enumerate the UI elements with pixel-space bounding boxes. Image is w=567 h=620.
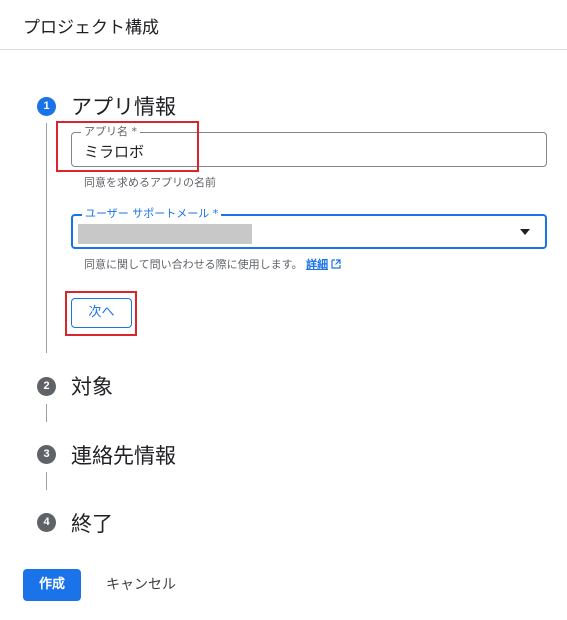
app-name-field[interactable]: アプリ名 * ミラロボ xyxy=(71,125,547,167)
step-connector xyxy=(46,404,47,422)
step-2-number: 2 xyxy=(37,377,56,396)
support-email-hint-text: 同意に関して問い合わせる際に使用します。 xyxy=(84,258,303,271)
support-email-label: ユーザー サポートメール * xyxy=(82,207,222,221)
next-button[interactable]: 次へ xyxy=(71,298,132,328)
page-title: プロジェクト構成 xyxy=(23,18,159,38)
step-3-number: 3 xyxy=(37,445,56,464)
step-3-title[interactable]: 連絡先情報 xyxy=(71,440,176,470)
header: プロジェクト構成 xyxy=(0,0,567,50)
step-connector xyxy=(46,123,47,353)
app-name-hint: 同意を求めるアプリの名前 xyxy=(84,176,216,189)
external-link-icon[interactable] xyxy=(331,259,341,269)
step-4-title[interactable]: 終了 xyxy=(71,508,113,538)
app-name-value[interactable]: ミラロボ xyxy=(84,141,144,162)
step-4-number: 4 xyxy=(37,513,56,532)
support-email-hint: 同意に関して問い合わせる際に使用します。 詳細 xyxy=(84,256,341,272)
app-name-label: アプリ名 * xyxy=(81,125,140,139)
support-email-select[interactable]: ユーザー サポートメール * xyxy=(71,207,547,249)
redacted-email-value xyxy=(78,224,252,244)
step-1-number: 1 xyxy=(37,97,56,116)
learn-more-link[interactable]: 詳細 xyxy=(306,258,328,271)
step-2-title[interactable]: 対象 xyxy=(71,371,113,401)
step-1-title[interactable]: アプリ情報 xyxy=(71,91,176,121)
step-connector xyxy=(46,472,47,490)
dropdown-arrow-icon[interactable] xyxy=(520,229,530,235)
create-button[interactable]: 作成 xyxy=(23,569,81,601)
cancel-button[interactable]: キャンセル xyxy=(98,569,184,601)
